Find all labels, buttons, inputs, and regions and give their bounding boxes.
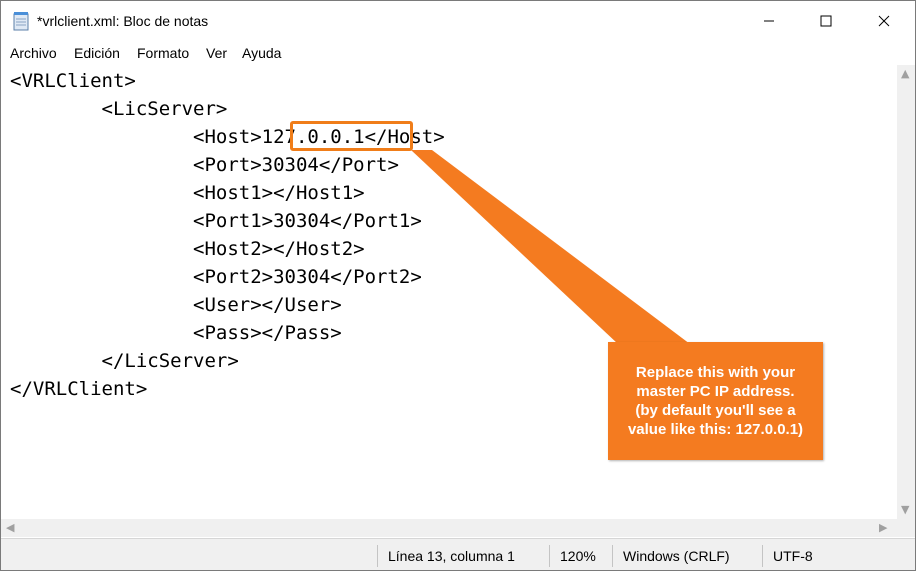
ip-highlight-box — [290, 121, 413, 151]
callout-line: value like this: 127.0.0.1) — [627, 421, 804, 438]
callout-line: Replace this with your — [635, 364, 796, 381]
callout-pointer — [411, 150, 690, 344]
annotation-callout: Replace this with your master PC IP addr… — [608, 342, 823, 460]
callout-line: master PC IP address. — [636, 383, 795, 400]
callout-line: (by default you'll see a — [635, 402, 796, 419]
